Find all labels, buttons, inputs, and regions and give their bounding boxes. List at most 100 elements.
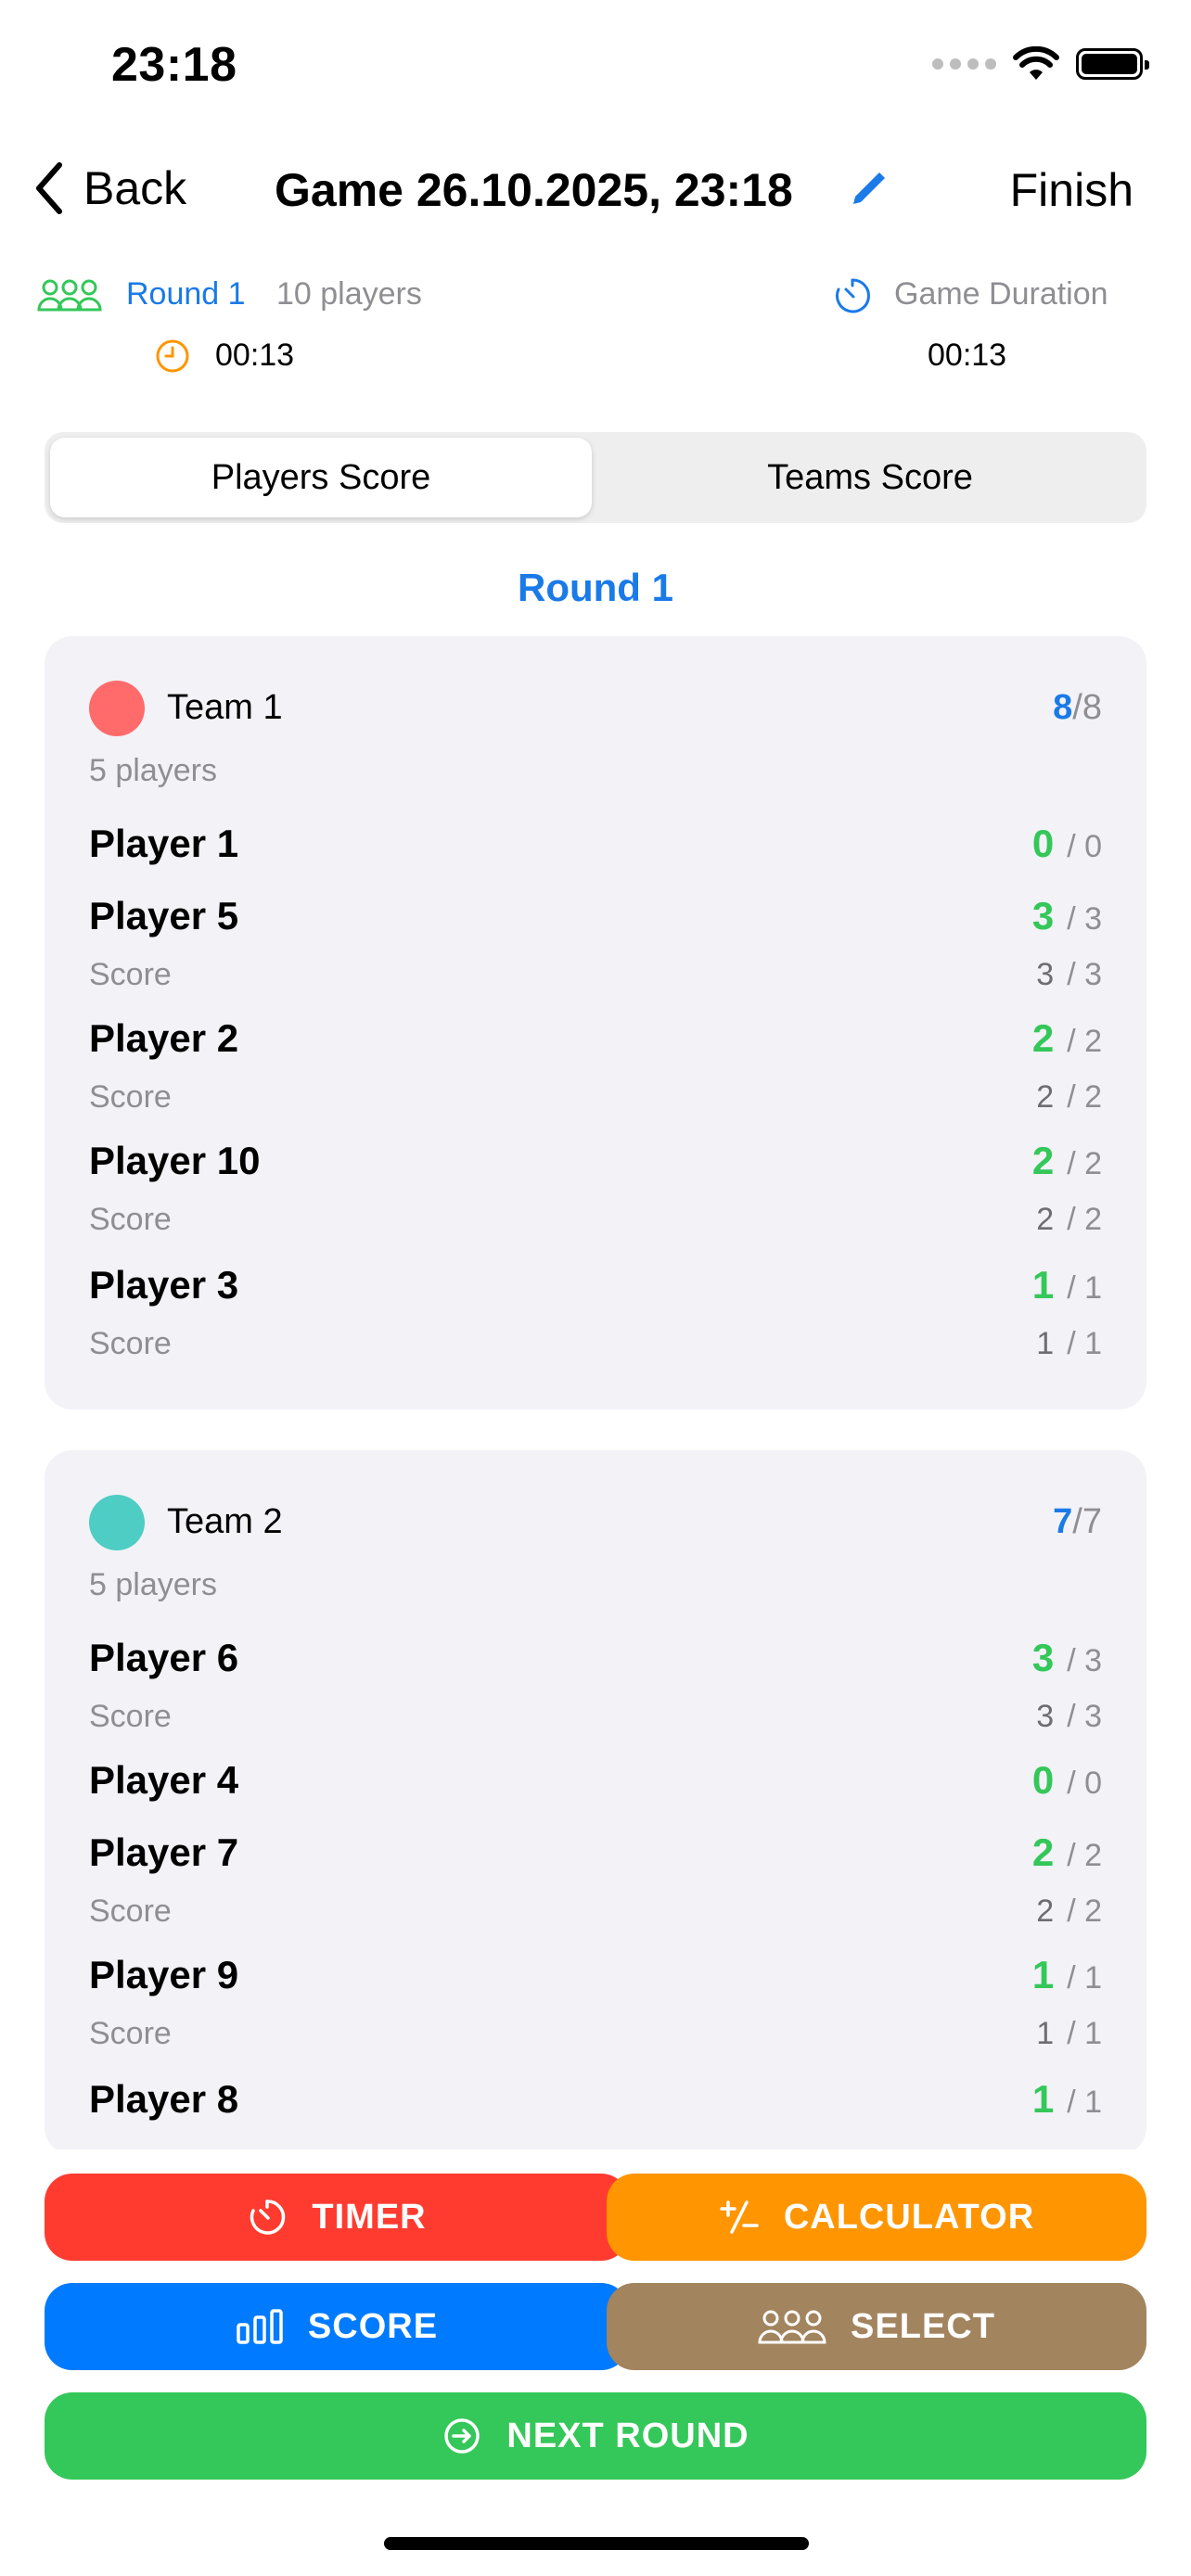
- score-total: / 1: [1067, 1326, 1102, 1361]
- calculator-label: CALCULATOR: [783, 2197, 1035, 2237]
- player-value: 3 / 3: [1032, 894, 1102, 938]
- score-value: 1 / 1: [1036, 1326, 1102, 1362]
- player-name: Player 3: [89, 1263, 239, 1307]
- player-name: Player 1: [89, 822, 239, 865]
- player-score: 1: [1031, 2077, 1055, 2121]
- score-number: 2: [1036, 1894, 1055, 1929]
- score-number: 2: [1036, 1079, 1055, 1115]
- score-total: / 3: [1067, 957, 1102, 992]
- player-total: / 1: [1067, 2085, 1102, 2120]
- score-label: Score: [89, 1326, 172, 1361]
- player-row[interactable]: Player 8 1 / 1: [89, 2077, 1102, 2133]
- team-score: 7/7: [1053, 1502, 1102, 1542]
- stopwatch-icon: [250, 2200, 286, 2235]
- player-row[interactable]: Player 9 1 / 1: [89, 1953, 1102, 2009]
- score-row: Score 3 / 3: [89, 1699, 1102, 1745]
- tab-teams-score[interactable]: Teams Score: [599, 438, 1141, 517]
- timer-label: TIMER: [312, 2197, 427, 2237]
- score-number: 3: [1036, 1699, 1055, 1734]
- player-row[interactable]: Player 5 3 / 3: [89, 894, 1102, 950]
- player-score: 0: [1031, 822, 1055, 865]
- score-value: 2 / 2: [1036, 1079, 1102, 1116]
- player-row[interactable]: Player 4 0 / 0: [89, 1758, 1102, 1814]
- player-score: 0: [1031, 1758, 1055, 1802]
- score-label: SCORE: [307, 2306, 439, 2346]
- back-button[interactable]: Back: [33, 161, 186, 215]
- player-name: Player 8: [89, 2077, 239, 2121]
- next-round-button[interactable]: NEXT ROUND: [45, 2392, 1146, 2480]
- score-label: Score: [89, 1699, 172, 1734]
- team-score-value: 8: [1053, 688, 1073, 727]
- stopwatch-icon: [836, 278, 870, 313]
- team-name: Team 2: [167, 1502, 283, 1541]
- team-score-total: /8: [1072, 688, 1102, 727]
- score-row: Score 2 / 2: [89, 1202, 1102, 1248]
- player-total: / 2: [1067, 1838, 1102, 1873]
- player-row[interactable]: Player 10 2 / 2: [89, 1139, 1102, 1194]
- score-value: 2 / 2: [1036, 1202, 1102, 1238]
- timer-button[interactable]: TIMER: [45, 2174, 629, 2261]
- player-total: / 0: [1067, 1766, 1102, 1801]
- player-score: 2: [1031, 1830, 1055, 1874]
- player-value: 2 / 2: [1032, 1830, 1102, 1875]
- score-total: / 2: [1067, 1202, 1102, 1237]
- team-player-count: 5 players: [89, 753, 217, 788]
- player-value: 1 / 1: [1032, 1953, 1102, 1997]
- score-label: Score: [89, 957, 172, 992]
- round-info: Round 1 10 players 00:13 Game Duration 0…: [0, 269, 1191, 389]
- score-value: 3 / 3: [1036, 1699, 1102, 1735]
- score-total: / 1: [1067, 2016, 1102, 2051]
- player-total: / 3: [1067, 1643, 1102, 1678]
- player-row[interactable]: Player 7 2 / 2: [89, 1830, 1102, 1886]
- player-name: Player 10: [89, 1139, 261, 1182]
- score-label: Score: [89, 1079, 172, 1115]
- navigation-bar: Back Game 26.10.2025, 23:18 Finish: [0, 158, 1191, 232]
- score-button[interactable]: SCORE: [45, 2283, 629, 2370]
- home-indicator[interactable]: [384, 2537, 809, 2550]
- team-header: Team 2 7/7: [89, 1495, 1102, 1550]
- player-name: Player 2: [89, 1016, 239, 1060]
- pencil-icon[interactable]: [848, 167, 890, 210]
- team-header: Team 1 8/8: [89, 681, 1102, 736]
- score-row: Score 3 / 3: [89, 957, 1102, 1003]
- score-row: Score 1 / 1: [89, 1326, 1102, 1372]
- finish-button[interactable]: Finish: [1010, 163, 1133, 217]
- select-label: SELECT: [851, 2306, 995, 2346]
- player-total: / 1: [1067, 1960, 1102, 1996]
- round-time: 00:13: [215, 338, 295, 373]
- player-value: 2 / 2: [1032, 1016, 1102, 1061]
- team-color-dot: [89, 681, 145, 736]
- player-score: 1: [1031, 1953, 1055, 1996]
- player-name: Player 6: [89, 1636, 239, 1679]
- team-player-count: 5 players: [89, 1567, 217, 1602]
- team-card: Team 2 7/7 5 players Player 6 3 / 3 Score…: [45, 1450, 1146, 2155]
- player-row[interactable]: Player 6 3 / 3: [89, 1636, 1102, 1691]
- status-time: 23:18: [111, 38, 237, 92]
- player-score: 2: [1031, 1139, 1055, 1182]
- duration-label: Game Duration: [894, 276, 1108, 312]
- action-bar: TIMER CALCULATOR SCORE SELECT NEXT ROUND: [0, 2149, 1191, 2576]
- score-label: Score: [89, 1894, 172, 1929]
- score-total: / 2: [1067, 1894, 1102, 1929]
- select-button[interactable]: SELECT: [607, 2283, 1146, 2370]
- team-score: 8/8: [1053, 688, 1102, 728]
- tab-players-score[interactable]: Players Score: [50, 438, 592, 517]
- player-row[interactable]: Player 2 2 / 2: [89, 1016, 1102, 1072]
- team-card: Team 1 8/8 5 players Player 1 0 / 0 Playe…: [45, 636, 1146, 1409]
- next-round-label: NEXT ROUND: [506, 2416, 749, 2455]
- player-name: Player 4: [89, 1758, 239, 1802]
- players-group-icon: [37, 279, 102, 312]
- calculator-button[interactable]: CALCULATOR: [607, 2174, 1146, 2261]
- back-label: Back: [83, 162, 187, 214]
- player-score: 3: [1031, 894, 1055, 937]
- round-title: Round 1: [518, 566, 673, 609]
- team-color-dot: [89, 1495, 145, 1550]
- team-name: Team 1: [167, 688, 283, 727]
- player-row[interactable]: Player 3 1 / 1: [89, 1263, 1102, 1319]
- players-count: 10 players: [276, 276, 422, 312]
- team-score-total: /7: [1072, 1502, 1102, 1541]
- score-number: 2: [1036, 1202, 1055, 1237]
- player-score: 2: [1031, 1016, 1055, 1060]
- player-value: 1 / 1: [1032, 1263, 1102, 1307]
- player-row[interactable]: Player 1 0 / 0: [89, 822, 1102, 877]
